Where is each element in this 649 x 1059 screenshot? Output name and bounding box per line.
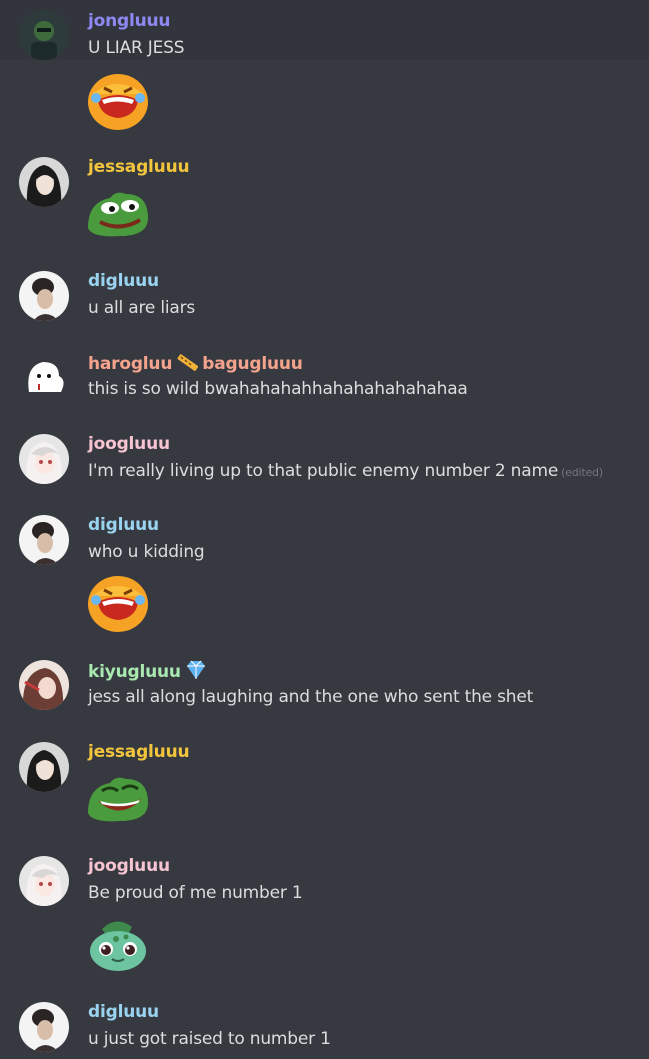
- avatar[interactable]: [19, 271, 69, 321]
- avatar[interactable]: [19, 434, 69, 484]
- author-name[interactable]: jessagluuu: [88, 157, 190, 177]
- pepe-smile-emoji[interactable]: [86, 188, 150, 252]
- message-text: u all are liars: [88, 298, 196, 318]
- laughing-crying-emoji[interactable]: [86, 570, 150, 634]
- author-name[interactable]: jessagluuu: [88, 742, 190, 762]
- message-text: who u kidding: [88, 542, 205, 562]
- ruler-icon: [176, 352, 199, 377]
- author-name-secondary[interactable]: bagugluuu: [202, 354, 303, 374]
- diamond-icon: [185, 660, 207, 685]
- author-name-primary[interactable]: harogluu: [88, 354, 172, 374]
- author-name[interactable]: digluuu: [88, 271, 159, 291]
- author-name[interactable]: joogluuu: [88, 856, 170, 876]
- avatar[interactable]: [19, 352, 69, 402]
- message-text: U LIAR JESS: [88, 38, 185, 58]
- avatar[interactable]: [19, 1002, 69, 1052]
- message-text: jess all along laughing and the one who …: [88, 687, 534, 707]
- message-text: this is so wild bwahahahahhahahahahahaha…: [88, 379, 468, 399]
- author-name[interactable]: kiyugluuu: [88, 660, 211, 685]
- author-name-primary[interactable]: kiyugluuu: [88, 662, 181, 682]
- message-body: I'm really living up to that public enem…: [88, 461, 559, 481]
- avatar[interactable]: [19, 660, 69, 710]
- message-text: I'm really living up to that public enem…: [88, 461, 603, 481]
- author-name[interactable]: digluuu: [88, 1002, 159, 1022]
- edited-tag: (edited): [561, 466, 603, 479]
- message-text: Be proud of me number 1: [88, 883, 303, 903]
- avatar[interactable]: [19, 856, 69, 906]
- avatar[interactable]: [19, 515, 69, 565]
- author-name[interactable]: joogluuu: [88, 434, 170, 454]
- author-name[interactable]: digluuu: [88, 515, 159, 535]
- avatar[interactable]: [19, 157, 69, 207]
- avatar[interactable]: [19, 10, 69, 60]
- author-name[interactable]: harogluu bagugluuu: [88, 352, 303, 377]
- pepe-laugh-emoji[interactable]: [86, 773, 150, 837]
- avatar[interactable]: [19, 742, 69, 792]
- bulbasaur-emoji[interactable]: [86, 915, 150, 979]
- laughing-crying-emoji[interactable]: [86, 68, 150, 132]
- message-text: u just got raised to number 1: [88, 1029, 331, 1049]
- author-name[interactable]: jongluuu: [88, 11, 171, 31]
